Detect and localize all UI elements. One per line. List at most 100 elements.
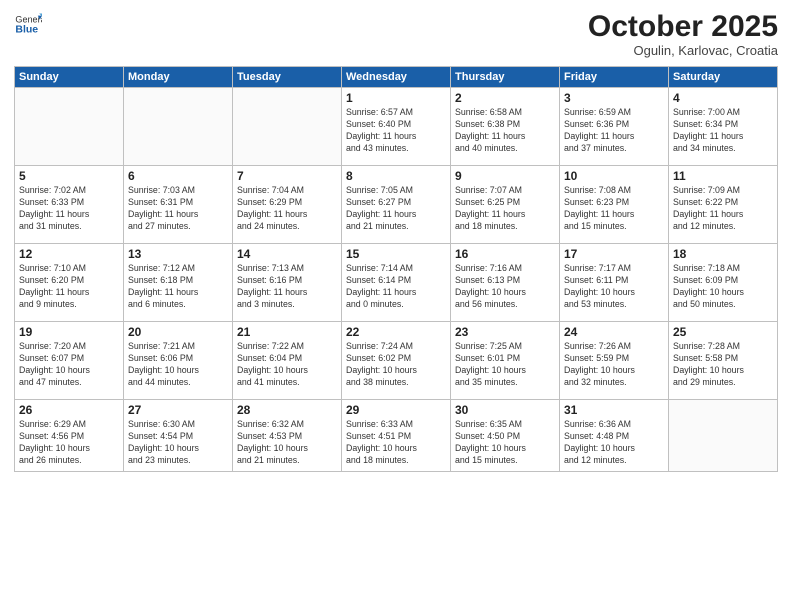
day-info: Sunrise: 7:00 AM Sunset: 6:34 PM Dayligh… [673, 107, 773, 155]
day-number: 12 [19, 247, 119, 261]
day-info: Sunrise: 7:07 AM Sunset: 6:25 PM Dayligh… [455, 185, 555, 233]
day-number: 30 [455, 403, 555, 417]
day-number: 9 [455, 169, 555, 183]
calendar-cell-w1-d6: 4 Sunrise: 7:00 AM Sunset: 6:34 PM Daylig… [669, 88, 778, 166]
calendar-cell-w5-d3: 29 Sunrise: 6:33 AM Sunset: 4:51 PM Dayli… [342, 400, 451, 472]
calendar-cell-w3-d6: 18Sunrise: 7:18 AM Sunset: 6:09 PM Dayli… [669, 244, 778, 322]
calendar-cell-w1-d5: 3Sunrise: 6:59 AM Sunset: 6:36 PM Daylig… [560, 88, 669, 166]
weekday-header-row: Sunday Monday Tuesday Wednesday Thursday… [15, 67, 778, 88]
day-info: Sunrise: 7:12 AM Sunset: 6:18 PM Dayligh… [128, 263, 228, 311]
calendar-cell-w4-d1: 20Sunrise: 7:21 AM Sunset: 6:06 PM Dayli… [124, 322, 233, 400]
calendar-cell-w4-d4: 23 Sunrise: 7:25 AM Sunset: 6:01 PM Dayli… [451, 322, 560, 400]
calendar-cell-w1-d4: 2 Sunrise: 6:58 AM Sunset: 6:38 PM Daylig… [451, 88, 560, 166]
day-info: Sunrise: 7:28 AM Sunset: 5:58 PM Dayligh… [673, 341, 773, 389]
day-number: 27 [128, 403, 228, 417]
day-number: 26 [19, 403, 119, 417]
day-number: 24 [564, 325, 664, 339]
month-title: October 2025 [588, 10, 778, 43]
calendar-cell-w5-d6 [669, 400, 778, 472]
day-number: 21 [237, 325, 337, 339]
day-info: Sunrise: 7:25 AM Sunset: 6:01 PM Dayligh… [455, 341, 555, 389]
day-number: 2 [455, 91, 555, 105]
calendar-cell-w4-d6: 25 Sunrise: 7:28 AM Sunset: 5:58 PM Dayli… [669, 322, 778, 400]
calendar-cell-w2-d1: 6Sunrise: 7:03 AM Sunset: 6:31 PM Daylig… [124, 166, 233, 244]
day-info: Sunrise: 6:32 AM Sunset: 4:53 PM Dayligh… [237, 419, 337, 467]
day-info: Sunrise: 7:17 AM Sunset: 6:11 PM Dayligh… [564, 263, 664, 311]
day-info: Sunrise: 7:14 AM Sunset: 6:14 PM Dayligh… [346, 263, 446, 311]
title-block: October 2025 Ogulin, Karlovac, Croatia [588, 10, 778, 58]
header-friday: Friday [560, 67, 669, 88]
calendar-cell-w2-d5: 10 Sunrise: 7:08 AM Sunset: 6:23 PM Dayli… [560, 166, 669, 244]
day-info: Sunrise: 7:26 AM Sunset: 5:59 PM Dayligh… [564, 341, 664, 389]
day-number: 29 [346, 403, 446, 417]
calendar-cell-w2-d0: 5Sunrise: 7:02 AM Sunset: 6:33 PM Daylig… [15, 166, 124, 244]
svg-text:Blue: Blue [15, 23, 38, 35]
day-number: 8 [346, 169, 446, 183]
calendar-cell-w5-d1: 27 Sunrise: 6:30 AM Sunset: 4:54 PM Dayli… [124, 400, 233, 472]
day-info: Sunrise: 6:33 AM Sunset: 4:51 PM Dayligh… [346, 419, 446, 467]
calendar-cell-w1-d3: 1 Sunrise: 6:57 AM Sunset: 6:40 PM Daylig… [342, 88, 451, 166]
calendar-cell-w4-d5: 24 Sunrise: 7:26 AM Sunset: 5:59 PM Dayli… [560, 322, 669, 400]
calendar-week-4: 19 Sunrise: 7:20 AM Sunset: 6:07 PM Dayli… [15, 322, 778, 400]
day-info: Sunrise: 7:05 AM Sunset: 6:27 PM Dayligh… [346, 185, 446, 233]
calendar-cell-w3-d2: 14Sunrise: 7:13 AM Sunset: 6:16 PM Dayli… [233, 244, 342, 322]
day-number: 17 [564, 247, 664, 261]
day-number: 14 [237, 247, 337, 261]
day-info: Sunrise: 6:57 AM Sunset: 6:40 PM Dayligh… [346, 107, 446, 155]
calendar-cell-w3-d4: 16Sunrise: 7:16 AM Sunset: 6:13 PM Dayli… [451, 244, 560, 322]
day-number: 10 [564, 169, 664, 183]
header-tuesday: Tuesday [233, 67, 342, 88]
calendar-week-5: 26 Sunrise: 6:29 AM Sunset: 4:56 PM Dayli… [15, 400, 778, 472]
calendar-cell-w2-d4: 9 Sunrise: 7:07 AM Sunset: 6:25 PM Daylig… [451, 166, 560, 244]
calendar-cell-w1-d0 [15, 88, 124, 166]
page-container: General Blue October 2025 Ogulin, Karlov… [0, 0, 792, 612]
calendar-cell-w5-d4: 30 Sunrise: 6:35 AM Sunset: 4:50 PM Dayli… [451, 400, 560, 472]
day-number: 13 [128, 247, 228, 261]
day-info: Sunrise: 6:36 AM Sunset: 4:48 PM Dayligh… [564, 419, 664, 467]
day-number: 25 [673, 325, 773, 339]
day-number: 22 [346, 325, 446, 339]
day-number: 4 [673, 91, 773, 105]
calendar-cell-w1-d2 [233, 88, 342, 166]
day-number: 28 [237, 403, 337, 417]
calendar-week-3: 12Sunrise: 7:10 AM Sunset: 6:20 PM Dayli… [15, 244, 778, 322]
calendar-table: Sunday Monday Tuesday Wednesday Thursday… [14, 66, 778, 472]
day-number: 19 [19, 325, 119, 339]
calendar-week-2: 5Sunrise: 7:02 AM Sunset: 6:33 PM Daylig… [15, 166, 778, 244]
day-number: 15 [346, 247, 446, 261]
day-info: Sunrise: 7:24 AM Sunset: 6:02 PM Dayligh… [346, 341, 446, 389]
calendar-cell-w5-d0: 26 Sunrise: 6:29 AM Sunset: 4:56 PM Dayli… [15, 400, 124, 472]
day-info: Sunrise: 6:35 AM Sunset: 4:50 PM Dayligh… [455, 419, 555, 467]
day-info: Sunrise: 6:30 AM Sunset: 4:54 PM Dayligh… [128, 419, 228, 467]
day-number: 1 [346, 91, 446, 105]
calendar-cell-w4-d3: 22 Sunrise: 7:24 AM Sunset: 6:02 PM Dayli… [342, 322, 451, 400]
day-info: Sunrise: 6:29 AM Sunset: 4:56 PM Dayligh… [19, 419, 119, 467]
day-number: 6 [128, 169, 228, 183]
day-number: 31 [564, 403, 664, 417]
calendar-cell-w3-d3: 15 Sunrise: 7:14 AM Sunset: 6:14 PM Dayli… [342, 244, 451, 322]
day-number: 3 [564, 91, 664, 105]
day-number: 20 [128, 325, 228, 339]
header: General Blue October 2025 Ogulin, Karlov… [14, 10, 778, 58]
calendar-cell-w4-d0: 19 Sunrise: 7:20 AM Sunset: 6:07 PM Dayli… [15, 322, 124, 400]
day-info: Sunrise: 7:08 AM Sunset: 6:23 PM Dayligh… [564, 185, 664, 233]
calendar-cell-w2-d6: 11Sunrise: 7:09 AM Sunset: 6:22 PM Dayli… [669, 166, 778, 244]
day-info: Sunrise: 7:18 AM Sunset: 6:09 PM Dayligh… [673, 263, 773, 311]
calendar-cell-w3-d0: 12Sunrise: 7:10 AM Sunset: 6:20 PM Dayli… [15, 244, 124, 322]
day-number: 23 [455, 325, 555, 339]
header-saturday: Saturday [669, 67, 778, 88]
day-number: 11 [673, 169, 773, 183]
logo-icon: General Blue [14, 10, 42, 38]
calendar-week-1: 1 Sunrise: 6:57 AM Sunset: 6:40 PM Daylig… [15, 88, 778, 166]
day-number: 7 [237, 169, 337, 183]
header-sunday: Sunday [15, 67, 124, 88]
calendar-cell-w3-d5: 17 Sunrise: 7:17 AM Sunset: 6:11 PM Dayli… [560, 244, 669, 322]
day-info: Sunrise: 6:58 AM Sunset: 6:38 PM Dayligh… [455, 107, 555, 155]
calendar-cell-w5-d2: 28 Sunrise: 6:32 AM Sunset: 4:53 PM Dayli… [233, 400, 342, 472]
day-info: Sunrise: 7:20 AM Sunset: 6:07 PM Dayligh… [19, 341, 119, 389]
calendar-cell-w2-d3: 8 Sunrise: 7:05 AM Sunset: 6:27 PM Daylig… [342, 166, 451, 244]
day-number: 16 [455, 247, 555, 261]
header-thursday: Thursday [451, 67, 560, 88]
location-subtitle: Ogulin, Karlovac, Croatia [588, 43, 778, 58]
calendar-cell-w3-d1: 13 Sunrise: 7:12 AM Sunset: 6:18 PM Dayli… [124, 244, 233, 322]
